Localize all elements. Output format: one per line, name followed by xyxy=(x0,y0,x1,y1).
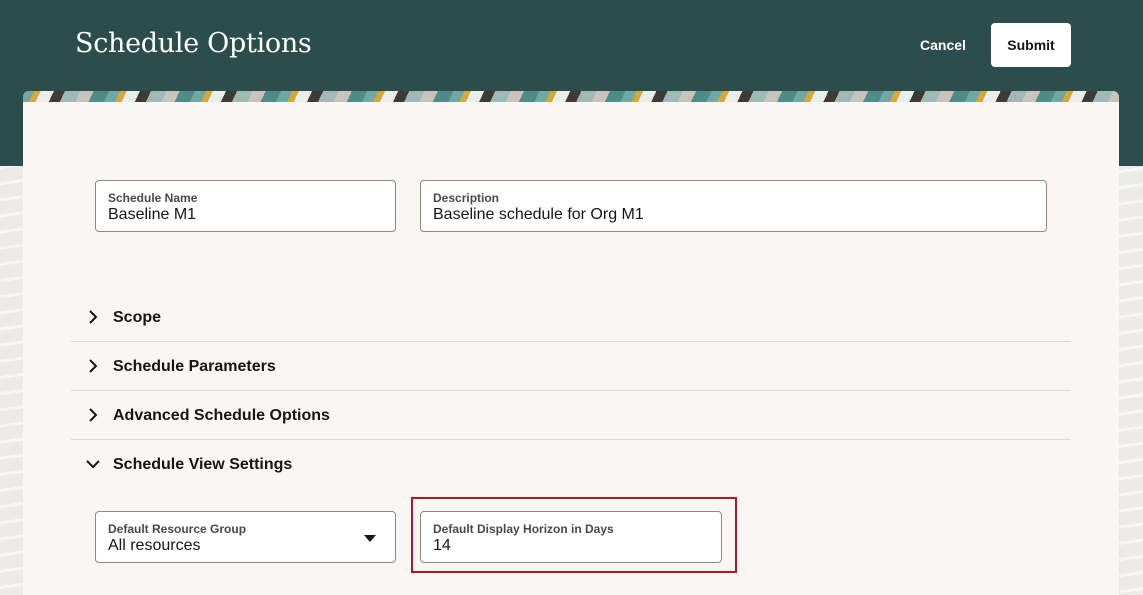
display-horizon-label: Default Display Horizon in Days xyxy=(433,522,614,536)
resource-group-value: All resources xyxy=(108,537,201,554)
options-card: Schedule Name Baseline M1 Description Ba… xyxy=(23,91,1119,595)
resource-group-label: Default Resource Group xyxy=(108,522,247,536)
section-scope[interactable]: Scope xyxy=(71,293,1071,342)
schedule-name-value[interactable]: Baseline M1 xyxy=(108,206,196,224)
description-field[interactable]: Description Baseline schedule for Org M1 xyxy=(420,180,1047,232)
chevron-right-icon xyxy=(89,310,98,324)
description-value[interactable]: Baseline schedule for Org M1 xyxy=(433,206,644,224)
display-horizon-value[interactable]: 14 xyxy=(433,537,451,555)
chevron-down-icon xyxy=(86,460,100,469)
section-advanced-schedule-options-title: Advanced Schedule Options xyxy=(113,407,330,424)
section-schedule-parameters[interactable]: Schedule Parameters xyxy=(71,342,1071,391)
chevron-right-icon xyxy=(89,359,98,373)
cancel-button[interactable]: Cancel xyxy=(905,23,981,67)
schedule-name-field[interactable]: Schedule Name Baseline M1 xyxy=(95,180,396,232)
caret-down-icon[interactable] xyxy=(363,533,377,543)
decorative-banner xyxy=(23,91,1119,102)
page-title: Schedule Options xyxy=(75,28,312,59)
section-schedule-view-settings-title: Schedule View Settings xyxy=(113,456,293,473)
section-scope-title: Scope xyxy=(113,309,162,326)
chevron-right-icon xyxy=(89,408,98,422)
submit-button[interactable]: Submit xyxy=(991,23,1071,67)
section-advanced-schedule-options[interactable]: Advanced Schedule Options xyxy=(71,391,1071,440)
default-resource-group-select[interactable]: Default Resource Group All resources xyxy=(95,511,396,563)
schedule-name-label: Schedule Name xyxy=(108,191,198,205)
display-horizon-field[interactable]: Default Display Horizon in Days 14 xyxy=(420,511,722,563)
section-schedule-parameters-title: Schedule Parameters xyxy=(113,358,276,375)
section-schedule-view-settings[interactable]: Schedule View Settings xyxy=(71,440,1071,489)
description-label: Description xyxy=(433,191,500,205)
